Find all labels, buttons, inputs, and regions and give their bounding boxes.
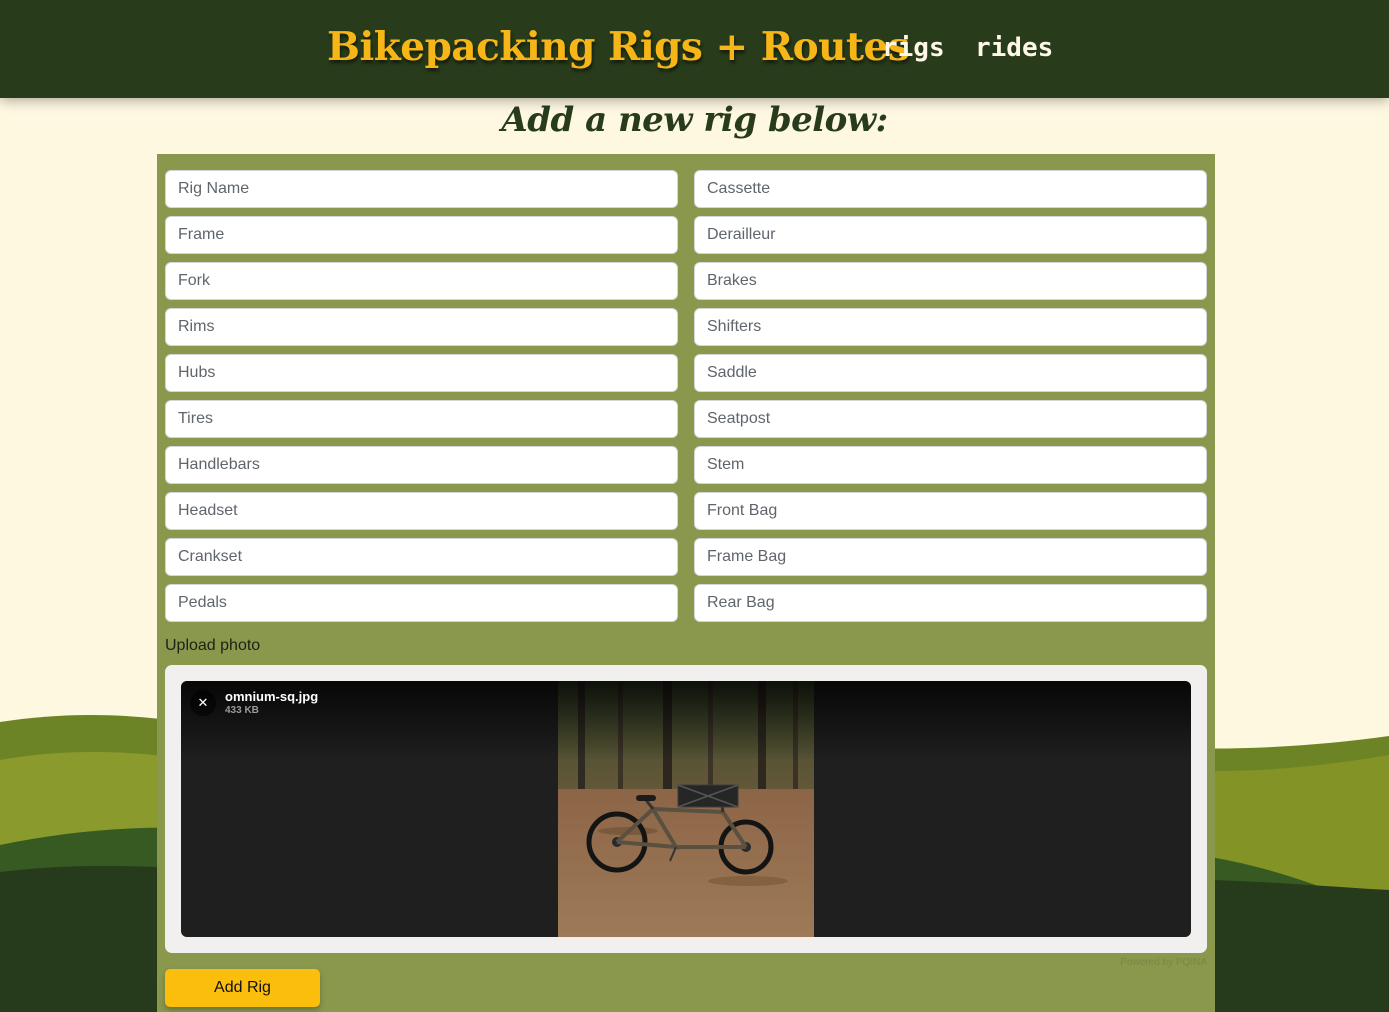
fork-field[interactable] (165, 262, 678, 300)
derailleur-field[interactable] (694, 216, 1207, 254)
frame-field[interactable] (165, 216, 678, 254)
close-icon: ✕ (197, 695, 209, 711)
hubs-field[interactable] (165, 354, 678, 392)
rims-field[interactable] (165, 308, 678, 346)
brand-title[interactable]: Bikepacking Rigs + Routes (327, 24, 910, 70)
shifters-field[interactable] (694, 308, 1207, 346)
site-header: Bikepacking Rigs + Routes rigs rides (0, 0, 1389, 98)
headset-field[interactable] (165, 492, 678, 530)
rig-name-field[interactable] (165, 170, 678, 208)
front-bag-field[interactable] (694, 492, 1207, 530)
powered-by-credit[interactable]: Powered by PQINA (1087, 957, 1207, 968)
photo-upload-dropzone[interactable]: ✕ omnium-sq.jpg 433 KB (165, 665, 1207, 953)
uploaded-file-item: ✕ omnium-sq.jpg 433 KB (181, 681, 1191, 937)
handlebars-field[interactable] (165, 446, 678, 484)
saddle-field[interactable] (694, 354, 1207, 392)
preview-overlay (181, 681, 1191, 761)
cassette-field[interactable] (694, 170, 1207, 208)
crankset-field[interactable] (165, 538, 678, 576)
pedals-field[interactable] (165, 584, 678, 622)
stem-field[interactable] (694, 446, 1207, 484)
file-name: omnium-sq.jpg (225, 689, 319, 704)
add-rig-button[interactable]: Add Rig (165, 969, 320, 1007)
file-size: 433 KB (225, 705, 259, 716)
nav-link-rigs[interactable]: rigs (882, 33, 945, 63)
upload-photo-label: Upload photo (165, 637, 261, 654)
tires-field[interactable] (165, 400, 678, 438)
page-title: Add a new rig below: (501, 100, 888, 140)
nav-link-rides[interactable]: rides (975, 33, 1053, 63)
seatpost-field[interactable] (694, 400, 1207, 438)
brakes-field[interactable] (694, 262, 1207, 300)
rear-bag-field[interactable] (694, 584, 1207, 622)
frame-bag-field[interactable] (694, 538, 1207, 576)
remove-file-button[interactable]: ✕ (190, 690, 216, 716)
add-rig-form: Upload photo (157, 154, 1215, 1012)
